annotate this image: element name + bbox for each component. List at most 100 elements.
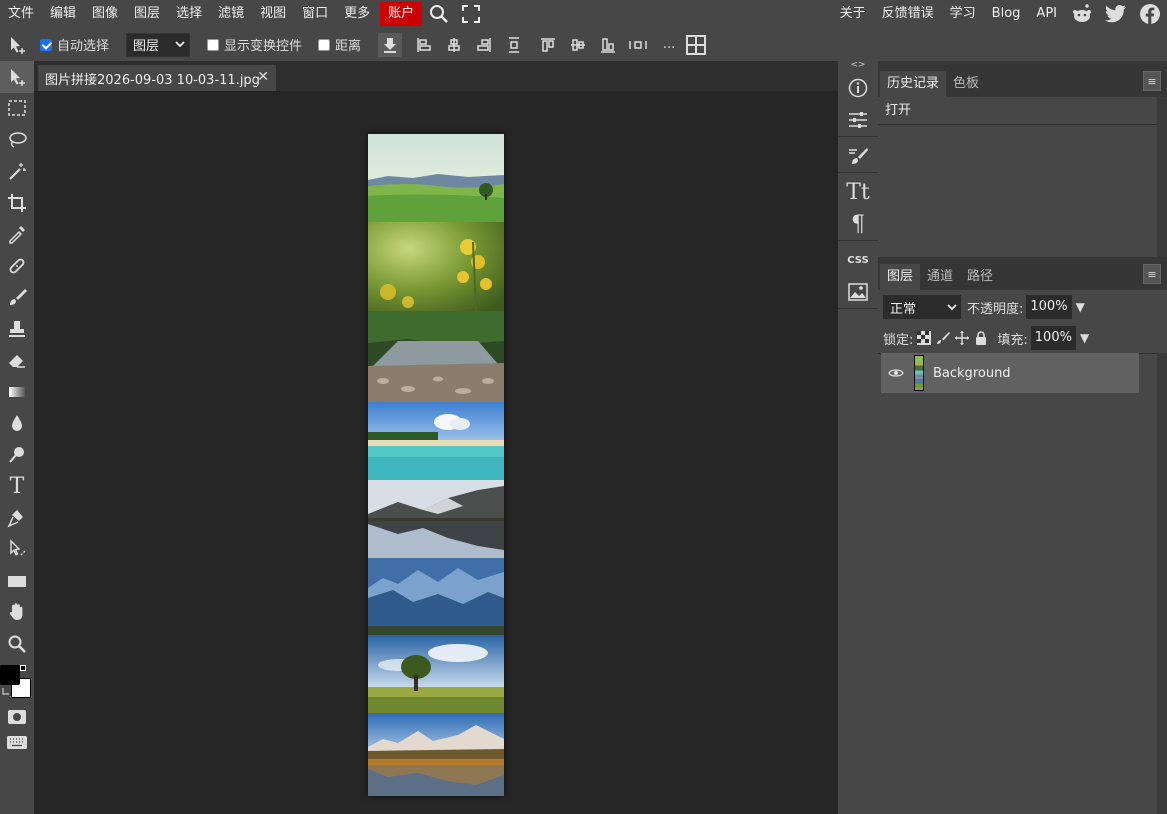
menu-about[interactable]: 关于 (832, 0, 874, 28)
rectangle-tool-button[interactable] (0, 565, 34, 597)
opacity-input[interactable]: 100% (1026, 295, 1072, 319)
zoom-tool-button[interactable] (0, 628, 34, 660)
path-select-tool-button[interactable] (0, 534, 34, 566)
menu-api[interactable]: API (1028, 0, 1065, 28)
menu-file[interactable]: 文件 (0, 0, 42, 28)
css-button[interactable]: CSS (838, 244, 878, 276)
image-button[interactable] (838, 276, 878, 308)
auto-select-checkbox[interactable]: 自动选择 (40, 35, 109, 54)
stamp-tool-button[interactable] (0, 313, 34, 345)
download-icon[interactable] (378, 32, 403, 57)
tab-history[interactable]: 历史记录 (880, 71, 947, 97)
lasso-tool-button[interactable] (0, 124, 34, 156)
document-tab[interactable]: 图片拼接2026-09-03 10-03-11.jpg ✕ (38, 65, 276, 91)
reset-colors-icon[interactable] (20, 664, 26, 671)
history-item-open[interactable]: 打开 (878, 97, 1167, 125)
menu-image[interactable]: 图像 (84, 0, 126, 28)
fullscreen-icon[interactable] (456, 0, 486, 28)
magic-wand-tool-button[interactable] (0, 156, 34, 188)
menu-more[interactable]: 更多 (336, 0, 378, 28)
pen-tool-button[interactable] (0, 502, 34, 534)
close-icon[interactable]: ✕ (257, 69, 269, 85)
eye-icon[interactable] (888, 367, 904, 379)
tab-paths[interactable]: 路径 (960, 264, 1000, 290)
twitter-icon[interactable] (1099, 4, 1133, 24)
foreground-color-swatch[interactable] (0, 664, 20, 685)
target-select[interactable]: 图层 (126, 32, 191, 57)
align-bottom-icon[interactable] (593, 37, 623, 53)
auto-select-check[interactable] (40, 38, 52, 51)
text-icon: T (9, 473, 25, 499)
lock-pixels-icon[interactable] (936, 331, 951, 345)
more-options[interactable]: ... (657, 37, 681, 52)
menu-window[interactable]: 窗口 (294, 0, 336, 28)
blur-tool-button[interactable] (0, 408, 34, 440)
align-center-horizontal-icon[interactable] (439, 37, 469, 53)
layers-panel: 图层 通道 路径 ≡ 正常 不透明度: 100% ▼ 锁定: 填充: 100% … (878, 257, 1167, 814)
blend-mode-select[interactable]: 正常 (883, 295, 961, 319)
fill-input[interactable]: 100% (1030, 326, 1076, 350)
grid-icon[interactable] (681, 34, 711, 55)
move-tool-button[interactable] (0, 61, 34, 93)
color-swatches[interactable] (0, 660, 34, 704)
opacity-dropdown-icon[interactable]: ▼ (1076, 300, 1085, 314)
layer-row-background[interactable]: Background (881, 353, 1139, 393)
menu-blog[interactable]: Blog (984, 0, 1029, 28)
show-transform-checkbox[interactable]: 显示变换控件 (207, 35, 302, 54)
layers-scrollbar[interactable] (1157, 353, 1167, 814)
align-top-icon[interactable] (533, 37, 563, 53)
align-left-icon[interactable] (409, 37, 439, 53)
show-transform-check[interactable] (207, 38, 220, 51)
menu-select[interactable]: 选择 (168, 0, 210, 28)
menu-report-bug[interactable]: 反馈错误 (874, 0, 942, 28)
align-middle-icon[interactable] (563, 37, 593, 53)
tab-channels[interactable]: 通道 (920, 264, 960, 290)
paragraph-button[interactable]: ¶ (838, 208, 878, 240)
type-tool-button[interactable]: T (0, 471, 34, 503)
lock-position-icon[interactable] (955, 331, 970, 345)
character-button[interactable]: Tt (838, 176, 878, 208)
reddit-icon[interactable] (1065, 3, 1099, 25)
menu-account[interactable]: 账户 (380, 2, 423, 26)
document-canvas[interactable] (368, 134, 504, 796)
align-right-icon[interactable] (469, 37, 499, 53)
info-button[interactable] (838, 72, 878, 104)
menu-edit[interactable]: 编辑 (42, 0, 84, 28)
distribute-horizontal-icon[interactable] (623, 37, 653, 53)
menu-layer[interactable]: 图层 (126, 0, 168, 28)
brush-settings-button[interactable] (838, 140, 878, 172)
search-icon[interactable] (422, 0, 456, 28)
canvas-area[interactable] (34, 91, 838, 814)
dodge-tool-button[interactable] (0, 439, 34, 471)
layers-menu-icon[interactable]: ≡ (1143, 264, 1161, 284)
distribute-vertical-icon[interactable] (499, 36, 529, 53)
facebook-icon[interactable] (1133, 3, 1167, 25)
history-menu-icon[interactable]: ≡ (1143, 71, 1161, 91)
healing-tool-button[interactable] (0, 250, 34, 282)
eyedropper-tool-button[interactable] (0, 219, 34, 251)
brush-tool-button[interactable] (0, 282, 34, 314)
lock-transparency-icon[interactable] (917, 331, 932, 345)
adjustments-button[interactable] (838, 104, 878, 136)
lock-all-icon[interactable] (974, 331, 988, 345)
gradient-tool-button[interactable] (0, 376, 34, 408)
menu-learn[interactable]: 学习 (942, 0, 984, 28)
eraser-tool-button[interactable] (0, 345, 34, 377)
collapse-left-toggle[interactable]: <> (838, 61, 878, 72)
history-scrollbar[interactable] (1157, 97, 1167, 257)
keyboard-button[interactable] (0, 730, 34, 756)
distance-checkbox[interactable]: 距离 (318, 35, 361, 54)
css-label: CSS (847, 254, 869, 266)
menu-filter[interactable]: 滤镜 (210, 0, 252, 28)
marquee-tool-button[interactable] (0, 93, 34, 125)
crop-tool-button[interactable] (0, 187, 34, 219)
menu-view[interactable]: 视图 (252, 0, 294, 28)
hand-tool-button[interactable] (0, 597, 34, 629)
tab-layers[interactable]: 图层 (880, 264, 921, 290)
quick-mask-button[interactable] (0, 704, 34, 730)
fill-dropdown-icon[interactable]: ▼ (1080, 331, 1089, 345)
distance-check[interactable] (318, 38, 331, 51)
tab-swatches[interactable]: 色板 (946, 71, 986, 97)
swap-colors-icon[interactable] (1, 687, 11, 697)
dodge-icon (9, 446, 24, 463)
